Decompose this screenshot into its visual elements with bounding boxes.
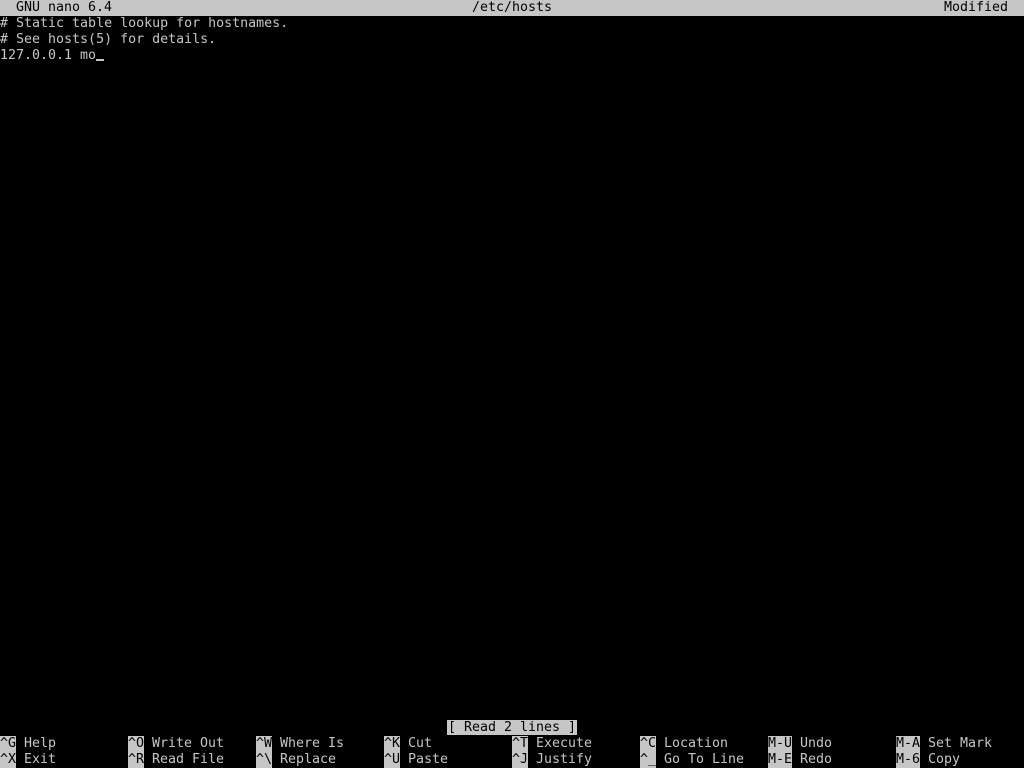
- shortcut-go-to-line[interactable]: ^_ Go To Line: [640, 752, 744, 768]
- shortcut-label: Read File: [152, 752, 225, 767]
- shortcut-label: Go To Line: [664, 752, 745, 767]
- shortcut-paste[interactable]: ^U Paste: [384, 752, 448, 768]
- shortcut-label: Cut: [408, 736, 433, 751]
- shortcut-undo[interactable]: M-U Undo: [768, 736, 832, 752]
- shortcut-label: Justify: [536, 752, 593, 767]
- shortcut-key: ^C: [640, 736, 657, 752]
- shortcut-replace[interactable]: ^\ Replace: [256, 752, 336, 768]
- status-message: [ Read 2 lines ]: [446, 720, 578, 735]
- shortcut-label: Copy: [928, 752, 961, 767]
- shortcut-justify[interactable]: ^J Justify: [512, 752, 592, 768]
- title-bar: /etc/hosts GNU nano 6.4 Modified: [0, 0, 1024, 16]
- shortcut-where-is[interactable]: ^W Where Is: [256, 736, 344, 752]
- status-bar: [ Read 2 lines ]: [0, 720, 1024, 736]
- shortcut-help[interactable]: ^G Help: [0, 736, 56, 752]
- shortcut-key: ^X: [0, 752, 17, 768]
- shortcut-label: Location: [664, 736, 729, 751]
- shortcut-exit[interactable]: ^X Exit: [0, 752, 56, 768]
- shortcut-redo[interactable]: M-E Redo: [768, 752, 832, 768]
- shortcut-cut[interactable]: ^K Cut: [384, 736, 432, 752]
- shortcut-key: M-U: [768, 736, 793, 752]
- shortcut-key: ^O: [128, 736, 145, 752]
- editor-line-current[interactable]: 127.0.0.1 mo: [0, 48, 1024, 64]
- shortcut-bar: ^G Help ^X Exit ^O Write Out ^R Read File ^W…: [0, 736, 1024, 768]
- shortcut-key: ^W: [256, 736, 273, 752]
- shortcut-label: Where Is: [280, 736, 345, 751]
- shortcut-location[interactable]: ^C Location: [640, 736, 728, 752]
- shortcut-execute[interactable]: ^T Execute: [512, 736, 592, 752]
- shortcut-label: Paste: [408, 752, 449, 767]
- shortcut-key: ^\: [256, 752, 273, 768]
- shortcut-set-mark[interactable]: M-A Set Mark: [896, 736, 992, 752]
- editor-line[interactable]: # Static table lookup for hostnames.: [0, 16, 1024, 32]
- file-name: /etc/hosts: [471, 0, 553, 15]
- shortcut-key: M-6: [896, 752, 921, 768]
- shortcut-label: Replace: [280, 752, 337, 767]
- shortcut-key: ^R: [128, 752, 145, 768]
- shortcut-key: ^G: [0, 736, 17, 752]
- shortcut-label: Write Out: [152, 736, 225, 751]
- shortcut-copy[interactable]: M-6 Copy: [896, 752, 960, 768]
- shortcut-label: Execute: [536, 736, 593, 751]
- shortcut-key: ^_: [640, 752, 657, 768]
- shortcut-key: ^U: [384, 752, 401, 768]
- shortcut-key: M-A: [896, 736, 921, 752]
- shortcut-key: ^J: [512, 752, 529, 768]
- shortcut-key: ^T: [512, 736, 529, 752]
- text-cursor: [96, 59, 105, 61]
- shortcut-label: Set Mark: [928, 736, 993, 751]
- shortcut-label: Redo: [800, 752, 833, 767]
- shortcut-key: M-E: [768, 752, 793, 768]
- modified-indicator: Modified: [943, 0, 1008, 15]
- shortcut-key: ^K: [384, 736, 401, 752]
- editor-line-text[interactable]: 127.0.0.1 mo: [0, 48, 96, 63]
- editor-line[interactable]: # See hosts(5) for details.: [0, 32, 1024, 48]
- shortcut-label: Help: [24, 736, 57, 751]
- shortcut-label: Exit: [24, 752, 57, 767]
- app-name: GNU nano 6.4: [16, 0, 113, 15]
- shortcut-write-out[interactable]: ^O Write Out: [128, 736, 224, 752]
- shortcut-label: Undo: [800, 736, 833, 751]
- shortcut-read-file[interactable]: ^R Read File: [128, 752, 224, 768]
- editor-area[interactable]: # Static table lookup for hostnames. # S…: [0, 16, 1024, 716]
